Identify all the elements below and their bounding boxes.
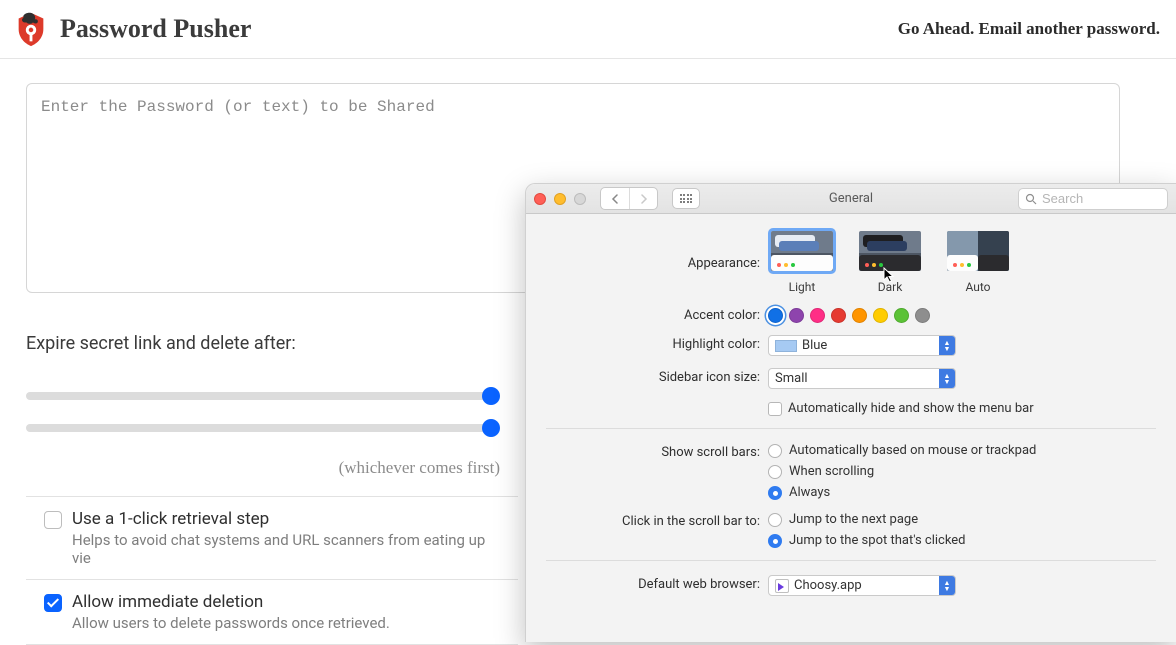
accent-color-7[interactable] [915, 308, 930, 323]
jump-next-radio[interactable]: Jump to the next page [768, 512, 1156, 527]
one-click-title: Use a 1-click retrieval step [72, 509, 502, 529]
app-tagline: Go Ahead. Email another password. [898, 19, 1160, 39]
scroll-when-radio[interactable]: When scrolling [768, 464, 1156, 479]
accent-color-6[interactable] [894, 308, 909, 323]
jump-spot-radio[interactable]: Jump to the spot that's clicked [768, 533, 1156, 548]
allow-delete-checkbox[interactable] [44, 594, 62, 612]
pwpush-logo-icon [12, 10, 50, 48]
accent-label: Accent color: [546, 306, 768, 323]
scrollbars-label: Show scroll bars: [546, 443, 768, 460]
window-close-button[interactable] [534, 193, 546, 205]
autohide-menubar-checkbox[interactable]: Automatically hide and show the menu bar [768, 401, 1156, 416]
preferences-window: General Appearance: Light [525, 183, 1176, 642]
expire-views-slider[interactable] [26, 424, 492, 432]
accent-color-1[interactable] [789, 308, 804, 323]
accent-color-5[interactable] [873, 308, 888, 323]
highlight-label: Highlight color: [546, 335, 768, 352]
search-icon [1025, 193, 1037, 205]
allow-delete-sub: Allow users to delete passwords once ret… [72, 614, 390, 632]
app-title: Password Pusher [60, 14, 251, 44]
accent-color-3[interactable] [831, 308, 846, 323]
appearance-label: Appearance: [546, 228, 768, 271]
appearance-auto[interactable]: Auto [944, 228, 1012, 294]
default-browser-select[interactable]: Choosy.app ▲▼ [768, 575, 956, 596]
preferences-search[interactable] [1018, 188, 1168, 210]
sidebar-size-select[interactable]: Small ▲▼ [768, 368, 956, 389]
one-click-sub: Helps to avoid chat systems and URL scan… [72, 531, 502, 567]
appearance-dark[interactable]: Dark [856, 228, 924, 294]
window-minimize-button[interactable] [554, 193, 566, 205]
nav-forward-button[interactable] [629, 188, 657, 209]
highlight-select[interactable]: Blue ▲▼ [768, 335, 956, 356]
one-click-checkbox[interactable] [44, 511, 62, 529]
whichever-note: (whichever comes first) [26, 458, 500, 478]
click-scroll-label: Click in the scroll bar to: [546, 512, 768, 529]
scroll-always-radio[interactable]: Always [768, 485, 1156, 500]
scroll-auto-radio[interactable]: Automatically based on mouse or trackpad [768, 443, 1156, 458]
search-input[interactable] [1042, 191, 1161, 206]
expire-days-slider[interactable] [26, 392, 492, 400]
allow-delete-title: Allow immediate deletion [72, 592, 390, 612]
accent-color-4[interactable] [852, 308, 867, 323]
sidebar-size-label: Sidebar icon size: [546, 368, 768, 385]
browser-app-icon [775, 579, 789, 593]
accent-color-0[interactable] [768, 308, 783, 323]
appearance-light[interactable]: Light [768, 228, 836, 294]
accent-color-2[interactable] [810, 308, 825, 323]
nav-back-button[interactable] [601, 188, 629, 209]
show-all-button[interactable] [672, 188, 700, 209]
default-browser-label: Default web browser: [546, 575, 768, 592]
window-zoom-button[interactable] [574, 193, 586, 205]
